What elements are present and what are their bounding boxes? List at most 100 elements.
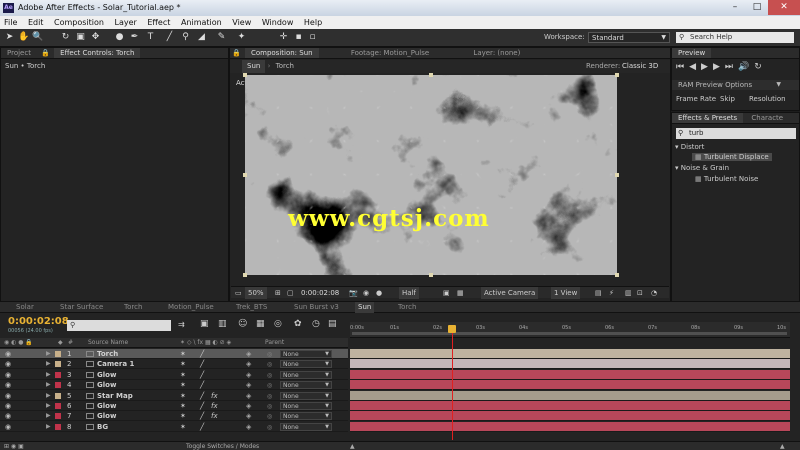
timeline-icon[interactable]: ▥ (625, 287, 632, 299)
minimize-icon[interactable]: – (724, 0, 746, 15)
region-of-interest-icon[interactable]: ▣ (443, 287, 450, 299)
subtab-torch[interactable]: Torch (273, 60, 297, 73)
subtab-sun[interactable]: Sun (242, 60, 266, 73)
timeline-tab-trek-bts[interactable]: Trek_BTS (236, 302, 267, 313)
layer-handle[interactable] (429, 273, 433, 277)
pick-whip-icon[interactable]: ◎ (267, 412, 279, 420)
effect-turbulent-noise[interactable]: ▦ Turbulent Noise (692, 175, 761, 183)
menu-window[interactable]: Window (258, 18, 298, 27)
layer-label-color[interactable] (55, 392, 61, 399)
layer-duration-bar[interactable] (350, 369, 790, 380)
parent-select[interactable]: None ▼ (280, 360, 332, 369)
visibility-eye-icon[interactable]: ◉ (5, 359, 11, 369)
axis-mode-icon[interactable]: ✛ (278, 32, 289, 43)
playhead-line[interactable] (452, 326, 453, 440)
tab-preview[interactable]: Preview (672, 48, 712, 58)
quality-switch-icon[interactable]: ╱ (200, 411, 204, 421)
parent-select[interactable]: None ▼ (280, 412, 332, 421)
tab-layer[interactable]: Layer: (none) (467, 48, 526, 58)
tab-effects-presets[interactable]: Effects & Presets (672, 113, 744, 123)
comp-mini-flowchart-icon[interactable]: ⇉ (178, 320, 185, 329)
show-snapshot-icon[interactable]: ◉ (363, 287, 369, 299)
parent-select[interactable]: None ▼ (280, 402, 332, 410)
pen-tool-icon[interactable]: ✒ (129, 32, 140, 43)
shy-switch-icon[interactable]: ✶ (180, 422, 186, 432)
hand-tool-icon[interactable]: ✋ (18, 32, 29, 43)
layer-row[interactable]: ◉ ▶ 7 Glow ✶ ╱ fx ◈ ◎ None ▼ (0, 411, 348, 422)
group-noise-grain[interactable]: ▾ Noise & Grain (675, 164, 729, 172)
quality-switch-icon[interactable]: ╱ (200, 370, 204, 380)
layer-row[interactable]: ◉ ▶ 6 Glow ✶ ╱ fx ◈ ◎ None ▼ (0, 401, 348, 411)
menu-help[interactable]: Help (300, 18, 326, 27)
effect-turbulent-displace[interactable]: ▦ Turbulent Displace (692, 153, 772, 161)
quality-switch-icon[interactable]: ╱ (200, 349, 204, 359)
workspace-select[interactable]: Standard ▼ (588, 32, 670, 43)
layer-label-color[interactable] (55, 382, 61, 389)
maximize-icon[interactable]: □ (746, 0, 768, 15)
effects-search-input[interactable]: ⚲ turb (676, 128, 796, 139)
pick-whip-icon[interactable]: ◎ (267, 360, 279, 368)
layer-row[interactable]: ◉ ▶ 5 Star Map ✶ ╱ fx ◈ ◎ None ▼ (0, 391, 348, 401)
magnification-icon[interactable]: ▭ (235, 287, 242, 299)
graph-editor-icon[interactable]: ▤ (328, 319, 337, 329)
parent-select[interactable]: None ▼ (280, 350, 332, 358)
layer-label-color[interactable] (55, 351, 61, 357)
layer-label-color[interactable] (55, 403, 61, 409)
play-icon[interactable]: ▶ (701, 62, 713, 72)
expand-arrow-icon[interactable]: ▶ (46, 359, 51, 369)
menu-composition[interactable]: Composition (50, 18, 108, 27)
layer-name[interactable]: Star Map (97, 391, 133, 401)
quality-switch-icon[interactable]: ╱ (200, 359, 204, 369)
first-frame-icon[interactable]: ⏮ (676, 62, 689, 72)
expand-arrow-icon[interactable]: ▶ (46, 422, 51, 432)
selection-tool-icon[interactable]: ➤ (4, 32, 15, 43)
menu-file[interactable]: File (0, 18, 21, 27)
layer-handle[interactable] (615, 273, 619, 277)
draft-3d-icon[interactable]: ▥ (218, 319, 227, 329)
shy-switch-icon[interactable]: ✶ (180, 391, 186, 401)
puppet-tool-icon[interactable]: ✦ (236, 32, 247, 43)
timeline-tab-motion-pulse[interactable]: Motion_Pulse (168, 302, 214, 313)
layer-label-color[interactable] (55, 423, 61, 430)
pick-whip-icon[interactable]: ◎ (267, 350, 279, 358)
type-tool-icon[interactable]: T (145, 32, 156, 43)
3d-layer-icon[interactable]: ◈ (246, 422, 251, 432)
visibility-eye-icon[interactable]: ◉ (5, 380, 11, 390)
shy-switch-icon[interactable]: ✶ (180, 359, 186, 369)
visibility-eye-icon[interactable]: ◉ (5, 370, 11, 380)
expand-arrow-icon[interactable]: ▶ (46, 401, 51, 411)
timeline-tab-sun-burst[interactable]: Sun Burst v3 (294, 302, 339, 313)
auto-keyframe-icon[interactable]: ◷ (312, 319, 320, 329)
layer-row[interactable]: ◉ ▶ 4 Glow ✶ ╱ ◈ ◎ None ▼ (0, 380, 348, 391)
layer-name[interactable]: Camera 1 (97, 359, 134, 369)
close-icon[interactable]: ✕ (768, 0, 800, 15)
layer-row[interactable]: ◉ ▶ 1 Torch ✶ ╱ ◈ ◎ None ▼ (0, 349, 348, 359)
expand-arrow-icon[interactable]: ▶ (46, 380, 51, 390)
quality-switch-icon[interactable]: ╱ (200, 380, 204, 390)
group-distort[interactable]: ▾ Distort (675, 143, 704, 151)
shy-switch-icon[interactable]: ✶ (180, 401, 186, 411)
lock-icon[interactable]: 🔒 (41, 49, 50, 57)
visibility-eye-icon[interactable]: ◉ (5, 422, 11, 432)
timeline-tab-torch[interactable]: Torch (124, 302, 142, 313)
timeline-tab-solar[interactable]: Solar (16, 302, 34, 313)
timeline-search-input[interactable]: ⚲ (67, 320, 171, 331)
pick-whip-icon[interactable]: ◎ (267, 392, 279, 400)
tab-character[interactable]: Characte (745, 113, 789, 123)
menu-edit[interactable]: Edit (24, 18, 48, 27)
live-update-icon[interactable]: ▣ (200, 319, 209, 329)
timeline-tab-torch-2[interactable]: Torch (398, 302, 416, 313)
layer-name[interactable]: Glow (97, 401, 116, 411)
expand-arrow-icon[interactable]: ▶ (46, 349, 51, 359)
camera-tool-icon[interactable]: ▣ (75, 32, 86, 43)
world-axis-icon[interactable]: ▪ (293, 32, 304, 43)
last-frame-icon[interactable]: ⏭ (725, 62, 738, 72)
layer-name[interactable]: Torch (97, 349, 118, 359)
expand-arrow-icon[interactable]: ▶ (46, 391, 51, 401)
layer-label-color[interactable] (55, 371, 61, 378)
layer-name[interactable]: Glow (97, 380, 116, 390)
eraser-tool-icon[interactable]: ◢ (196, 32, 207, 43)
layer-handle[interactable] (243, 273, 247, 277)
quality-switch-icon[interactable]: ╱ (200, 401, 204, 411)
toggle-pixel-aspect-icon[interactable]: ▤ (595, 287, 602, 299)
